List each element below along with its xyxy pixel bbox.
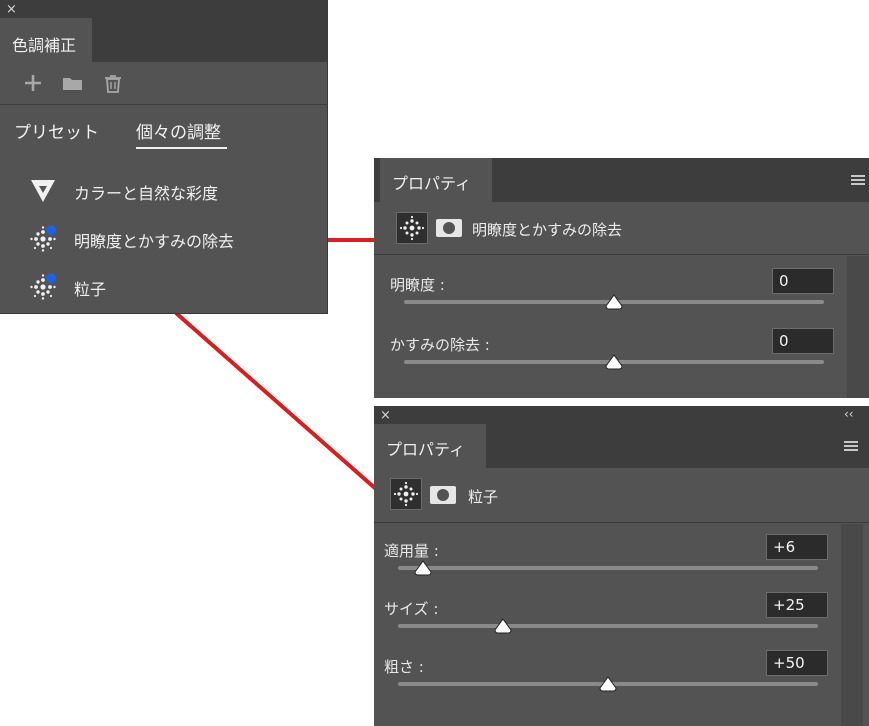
layer-mask-button[interactable] [430, 486, 456, 504]
close-panel-button[interactable]: × [6, 3, 17, 16]
grain-dots-icon [30, 273, 56, 300]
segment-selected-underline [136, 147, 227, 149]
adjustment-type-button[interactable] [390, 478, 422, 510]
dehaze-slider-thumb[interactable] [605, 354, 623, 370]
panel-menu-button[interactable] [844, 441, 858, 451]
clarity-value-input[interactable]: 0 [772, 268, 834, 294]
trash-icon [105, 75, 121, 93]
properties-title: 明瞭度とかすみの除去 [472, 221, 623, 239]
properties-header: 明瞭度とかすみの除去 [374, 202, 869, 255]
tab-properties-label: プロパティ [386, 440, 466, 459]
tab-properties[interactable]: プロパティ [374, 424, 486, 468]
clarity-slider[interactable] [404, 294, 824, 310]
roughness-slider[interactable] [398, 676, 818, 692]
dehaze-label: かすみの除去 : [390, 336, 490, 354]
delete-adjustment-button[interactable] [100, 70, 126, 96]
adjustment-item-vibrance[interactable]: カラーと自然な彩度 [28, 176, 318, 206]
add-adjustment-button[interactable] [20, 70, 46, 96]
new-group-button[interactable] [60, 70, 86, 96]
folder-icon [63, 78, 82, 90]
roughness-value-input[interactable]: +50 [766, 650, 828, 676]
amount-label: 適用量 : [384, 542, 439, 560]
panel-menu-button[interactable] [851, 175, 865, 185]
adjustment-item-grain[interactable]: 粒子 [28, 272, 318, 302]
adjustment-type-button[interactable] [396, 212, 428, 244]
dehaze-value-input[interactable]: 0 [772, 328, 834, 354]
amount-slider[interactable] [398, 560, 818, 576]
size-slider-thumb[interactable] [494, 618, 512, 634]
properties-title: 粒子 [468, 488, 499, 506]
adjustment-item-label: カラーと自然な彩度 [74, 184, 219, 203]
clarity-dots-icon [399, 215, 425, 241]
amount-slider-thumb[interactable] [414, 560, 432, 576]
size-slider[interactable] [398, 618, 818, 634]
tab-properties[interactable]: プロパティ [380, 158, 492, 202]
tab-adjustments[interactable]: 色調補正 [0, 18, 92, 64]
collapse-panel-button[interactable]: ‹‹ [844, 408, 854, 420]
segment-presets[interactable]: プリセット [14, 118, 99, 143]
vibrance-triangle-icon [31, 180, 55, 202]
size-value-input[interactable]: +25 [766, 592, 828, 618]
properties-header: 粒子 [374, 468, 869, 523]
roughness-slider-thumb[interactable] [599, 676, 617, 692]
segment-individual[interactable]: 個々の調整 [136, 118, 221, 143]
properties-scrollbar[interactable] [841, 524, 863, 726]
adjustments-panel: × 色調補正 プリセット 個々の調整 カラーと自然な彩度 明瞭度とかすみの除去 … [0, 0, 328, 314]
clarity-dots-icon [30, 225, 56, 252]
plus-icon [25, 75, 41, 91]
close-panel-button[interactable]: × [380, 409, 391, 422]
roughness-label: 粗さ : [384, 658, 424, 676]
hamburger-icon [851, 175, 865, 177]
properties-scrollbar[interactable] [847, 256, 869, 398]
properties-panel-clarity: プロパティ 明瞭度とかすみの除去 明瞭度 : 0 かすみの除去 : 0 [374, 158, 869, 398]
adjustment-item-clarity[interactable]: 明瞭度とかすみの除去 [28, 224, 318, 254]
clarity-label: 明瞭度 : [390, 276, 445, 294]
clarity-slider-thumb[interactable] [605, 294, 623, 310]
toolbar-divider [0, 104, 327, 105]
tab-properties-label: プロパティ [392, 174, 472, 193]
layer-mask-button[interactable] [436, 219, 462, 237]
amount-value-input[interactable]: +6 [766, 534, 828, 560]
adjustment-item-label: 粒子 [74, 280, 107, 299]
grain-dots-icon [393, 481, 419, 507]
adjustment-item-label: 明瞭度とかすみの除去 [74, 232, 235, 251]
tab-adjustments-label: 色調補正 [12, 36, 77, 55]
connector-line-grain [174, 311, 378, 491]
properties-panel-grain: × ‹‹ プロパティ 粒子 適用量 : +6 サイズ : +25 粗さ : +5… [374, 406, 869, 726]
hamburger-icon [844, 441, 858, 443]
size-label: サイズ : [384, 600, 439, 618]
dehaze-slider[interactable] [404, 354, 824, 370]
